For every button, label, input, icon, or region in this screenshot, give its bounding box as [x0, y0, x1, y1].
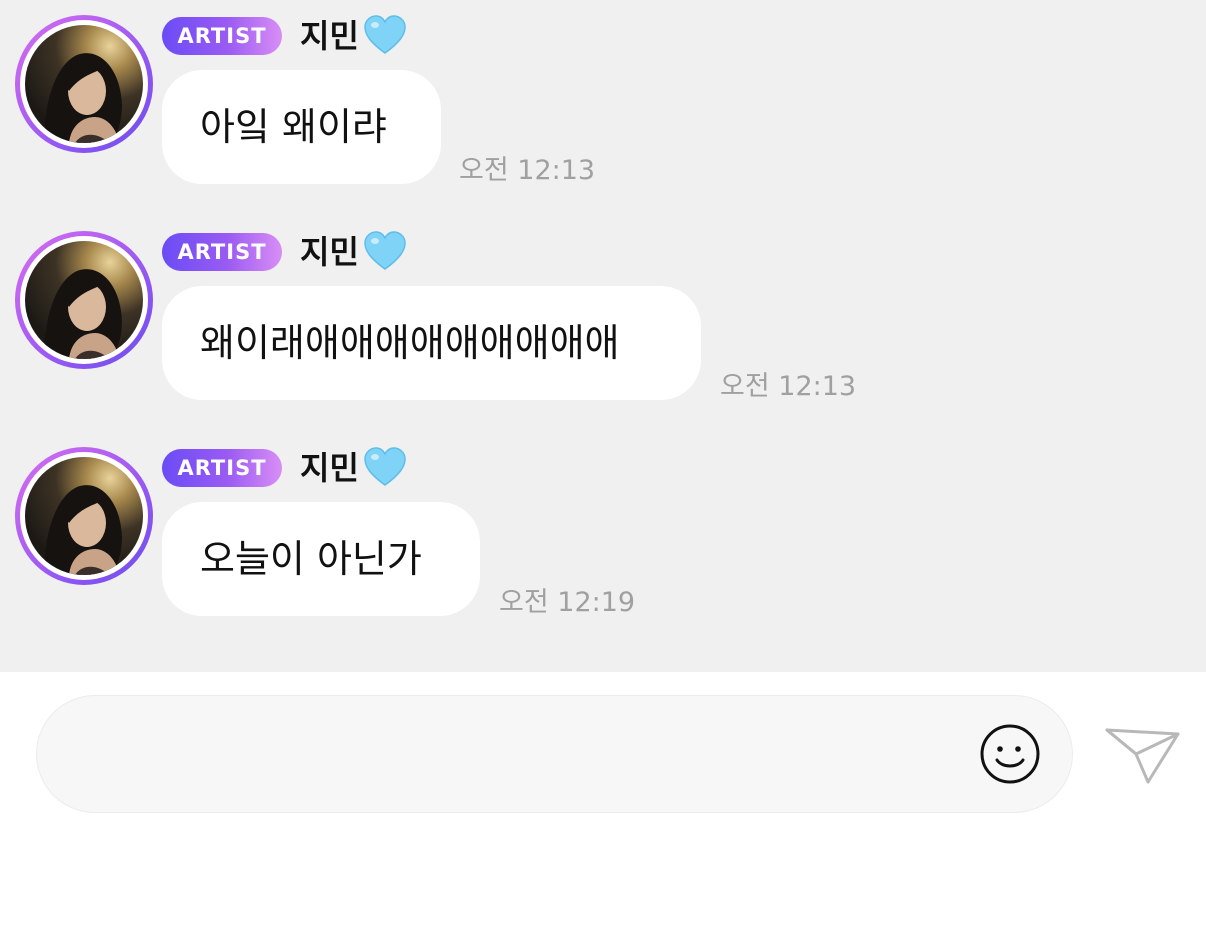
- blue-heart-icon: [364, 15, 406, 54]
- avatar[interactable]: [15, 447, 153, 585]
- send-button[interactable]: [1102, 722, 1182, 786]
- sender-line[interactable]: 지민: [300, 14, 407, 58]
- profile-photo: [25, 457, 143, 575]
- message-row: ARTIST 지민 왜이래애애애애애애애애애 오전 12:13: [0, 216, 1206, 416]
- artist-badge: ARTIST: [162, 17, 282, 55]
- sender-line[interactable]: 지민: [300, 446, 407, 490]
- message-row: ARTIST 지민 오늘이 아닌가 오전 12:19: [0, 432, 1206, 632]
- message-input[interactable]: [36, 695, 1073, 813]
- avatar[interactable]: [15, 231, 153, 369]
- message-bubble[interactable]: 오늘이 아닌가: [162, 502, 480, 616]
- artist-badge: ARTIST: [162, 233, 282, 271]
- sender-name[interactable]: 지민: [300, 446, 359, 490]
- sender-line[interactable]: 지민: [300, 230, 407, 274]
- paper-plane-icon: [1105, 728, 1180, 784]
- profile-photo: [25, 25, 143, 143]
- blue-heart-icon: [364, 447, 406, 486]
- profile-photo: [25, 241, 143, 359]
- message-bubble[interactable]: 왜이래애애애애애애애애애: [162, 286, 701, 400]
- emoji-button[interactable]: [978, 722, 1042, 786]
- message-bubble[interactable]: 아잌 왜이랴: [162, 70, 441, 184]
- message-time: 오전 12:13: [459, 155, 596, 186]
- sender-name[interactable]: 지민: [300, 14, 359, 58]
- smiley-icon: [980, 724, 1040, 784]
- sender-name[interactable]: 지민: [300, 230, 359, 274]
- blue-heart-icon: [364, 231, 406, 270]
- message-time: 오전 12:13: [720, 371, 857, 402]
- message-time: 오전 12:19: [499, 587, 636, 618]
- avatar[interactable]: [15, 15, 153, 153]
- artist-badge: ARTIST: [162, 449, 282, 487]
- chat-history: ARTIST 지민 아잌 왜이랴 오전 12:13 ARTIST 지민 왜이래애…: [0, 0, 1206, 672]
- message-row: ARTIST 지민 아잌 왜이랴 오전 12:13: [0, 0, 1206, 200]
